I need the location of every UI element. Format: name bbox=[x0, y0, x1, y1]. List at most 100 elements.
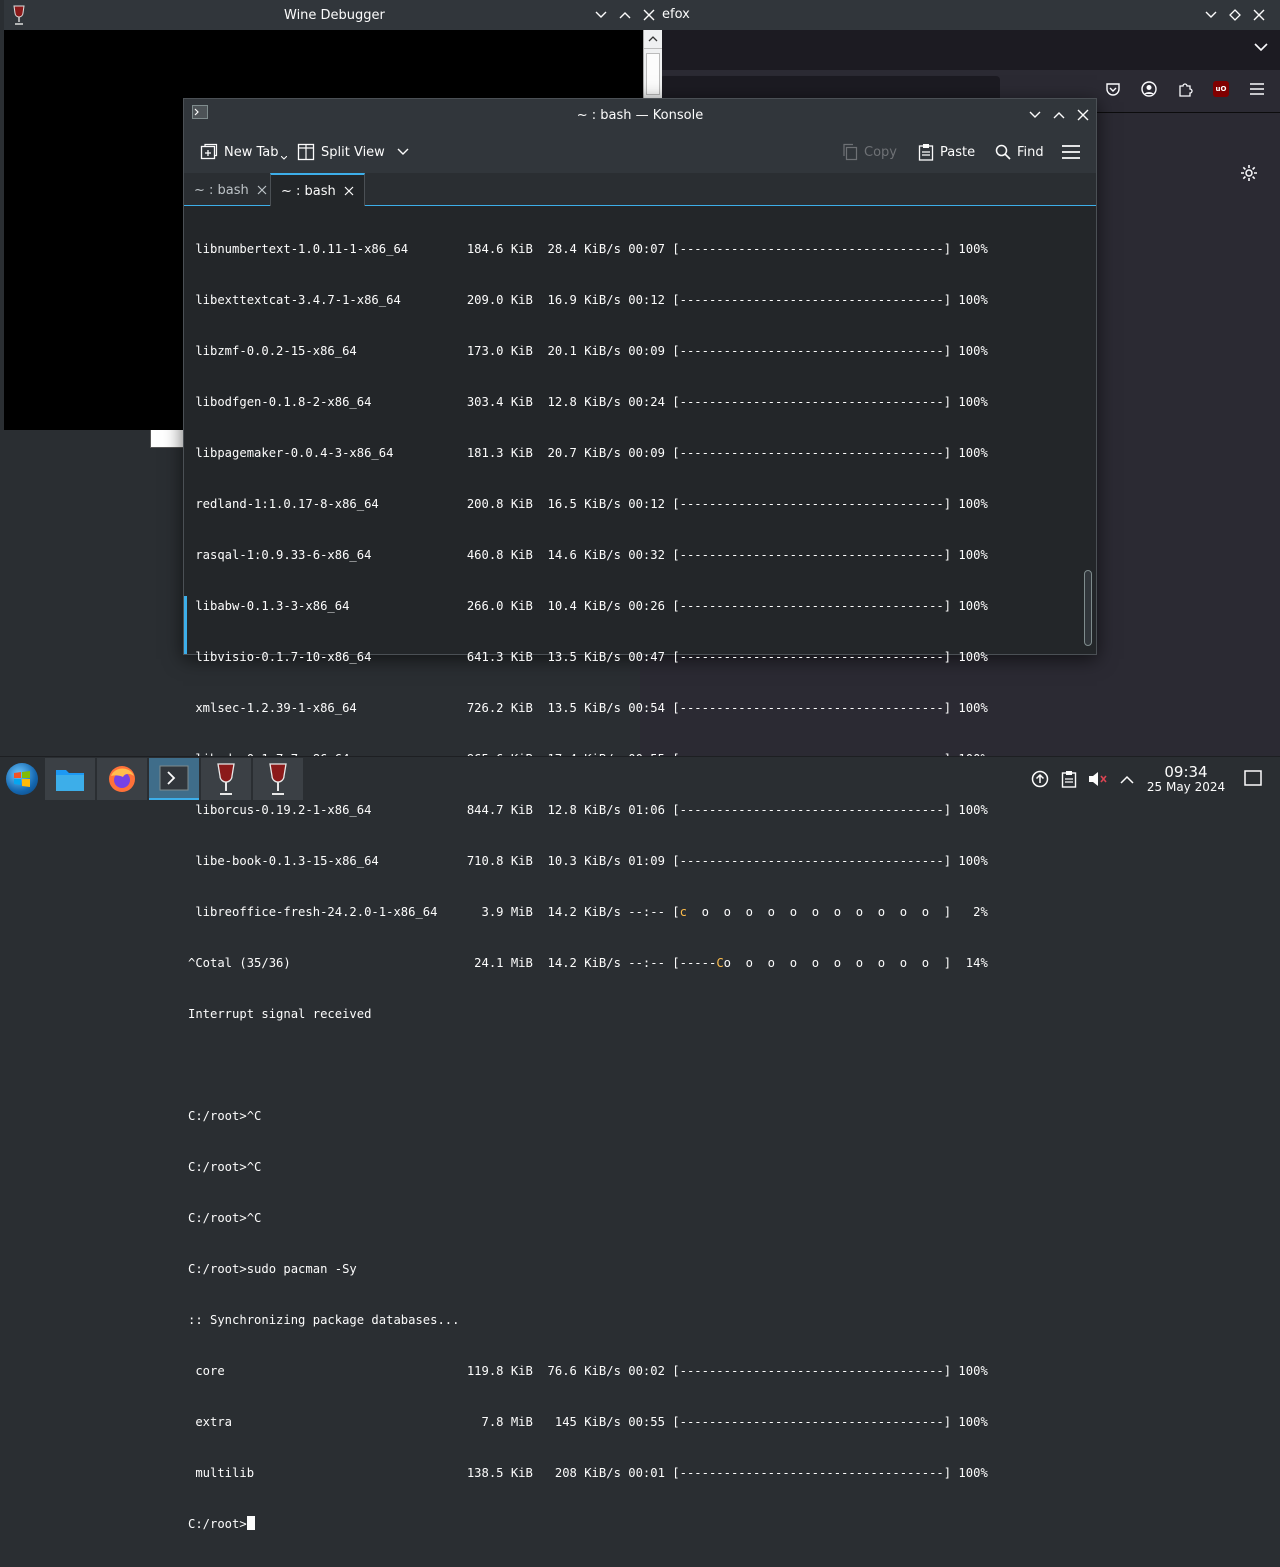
find-label: Find bbox=[1017, 144, 1044, 160]
minimize-button[interactable] bbox=[594, 6, 608, 24]
find-button[interactable]: Find bbox=[995, 141, 1044, 163]
firefox-tabbar bbox=[640, 30, 1280, 70]
scroll-up-arrow-icon[interactable] bbox=[644, 30, 662, 49]
taskbar-wine-1[interactable] bbox=[201, 758, 251, 800]
copy-button[interactable]: Copy bbox=[842, 141, 897, 163]
terminal-line: Interrupt signal received bbox=[188, 1007, 372, 1021]
taskbar-file-manager[interactable] bbox=[45, 758, 95, 800]
wine-glass-icon bbox=[267, 763, 289, 795]
tray-volume[interactable] bbox=[1088, 769, 1108, 789]
terminal-line: libabw-0.1.3-3-x86_64 266.0 KiB 10.4 KiB… bbox=[188, 599, 988, 613]
terminal-lines: libnumbertext-1.0.11-1-x86_64 184.6 KiB … bbox=[188, 207, 988, 1567]
terminal-line: extra 7.8 MiB 145 KiB/s 00:55 [---------… bbox=[188, 1415, 988, 1429]
command-marker bbox=[184, 596, 187, 654]
firefox-titlebar[interactable]: efox bbox=[640, 0, 1280, 30]
tab-label: ~ : bash bbox=[281, 183, 336, 199]
terminal-line: libvisio-0.1.7-10-x86_64 641.3 KiB 13.5 … bbox=[188, 650, 988, 664]
tab-bash-1[interactable]: ~ : bash bbox=[184, 175, 277, 205]
wine-debugger-title: Wine Debugger bbox=[284, 8, 385, 23]
shell-prompt: C:/root> bbox=[188, 1517, 247, 1531]
wine-debugger-titlebar[interactable]: Wine Debugger bbox=[4, 0, 662, 30]
wine-glass-icon bbox=[215, 763, 237, 795]
paste-icon bbox=[918, 143, 934, 161]
terminal-prompt-line[interactable]: C:/root> bbox=[188, 1516, 988, 1533]
terminal-line: C:/root>^C bbox=[188, 1160, 262, 1174]
hamburger-menu-button[interactable] bbox=[1062, 141, 1080, 163]
konsole-tabbar: ~ : bash ~ : bash bbox=[184, 173, 1096, 207]
close-button[interactable] bbox=[642, 6, 656, 24]
taskbar: 09:34 25 May 2024 bbox=[0, 756, 1280, 801]
new-tab-label: New Tab bbox=[224, 144, 279, 160]
windows-logo-icon bbox=[13, 770, 31, 788]
split-view-button[interactable]: Split View bbox=[297, 141, 409, 163]
clock-date: 25 May 2024 bbox=[1146, 780, 1226, 794]
maximize-button[interactable] bbox=[1052, 106, 1066, 124]
firefox-title: efox bbox=[662, 7, 690, 22]
taskbar-firefox[interactable] bbox=[97, 758, 147, 800]
list-all-tabs-icon[interactable] bbox=[1254, 42, 1268, 52]
start-menu-button[interactable] bbox=[6, 763, 38, 795]
folder-icon bbox=[55, 766, 85, 792]
paste-button[interactable]: Paste bbox=[918, 141, 975, 163]
minimize-button[interactable] bbox=[1204, 6, 1218, 24]
digital-clock[interactable]: 09:34 25 May 2024 bbox=[1140, 764, 1232, 795]
taskbar-konsole[interactable] bbox=[149, 758, 199, 800]
konsole-titlebar[interactable]: ~ : bash — Konsole bbox=[184, 99, 1096, 131]
wine-glass-icon bbox=[12, 5, 26, 25]
dropdown-indicator-icon bbox=[280, 156, 287, 160]
extensions-icon[interactable] bbox=[1176, 80, 1194, 98]
show-desktop-button[interactable] bbox=[1244, 770, 1262, 786]
show-desktop-icon bbox=[1244, 770, 1262, 786]
konsole-toolbar: New Tab Split View Copy Paste Find bbox=[184, 131, 1096, 173]
text-cursor bbox=[246, 1516, 255, 1530]
ublock-origin-icon[interactable]: uO bbox=[1212, 80, 1230, 98]
terminal-output[interactable]: libnumbertext-1.0.11-1-x86_64 184.6 KiB … bbox=[184, 206, 1080, 1531]
terminal-line: C:/root>sudo pacman -Sy bbox=[188, 1262, 357, 1276]
terminal-line: libe-book-0.1.3-15-x86_64 710.8 KiB 10.3… bbox=[188, 854, 988, 868]
terminal-line-total: ^Cotal (35/36) 24.1 MiB 14.2 KiB/s --:--… bbox=[188, 956, 988, 970]
wine-debugger-scrollbar[interactable] bbox=[643, 30, 662, 100]
konsole-title: ~ : bash — Konsole bbox=[576, 108, 704, 123]
copy-label: Copy bbox=[864, 144, 897, 160]
terminal-line-progress: libreoffice-fresh-24.2.0-1-x86_64 3.9 Mi… bbox=[188, 905, 988, 919]
clipboard-icon bbox=[1061, 770, 1077, 788]
tray-updates[interactable] bbox=[1030, 769, 1050, 789]
maximize-button[interactable] bbox=[618, 6, 632, 24]
hamburger-menu-icon[interactable] bbox=[1248, 80, 1266, 98]
tab-bash-2[interactable]: ~ : bash bbox=[270, 173, 365, 207]
new-tab-button[interactable]: New Tab bbox=[200, 141, 287, 163]
terminal-line: libzmf-0.0.2-15-x86_64 173.0 KiB 20.1 Ki… bbox=[188, 344, 988, 358]
terminal-line: redland-1:1.0.17-8-x86_64 200.8 KiB 16.5… bbox=[188, 497, 988, 511]
search-icon bbox=[995, 144, 1011, 160]
tray-expand[interactable] bbox=[1117, 769, 1137, 789]
close-tab-icon[interactable] bbox=[344, 186, 354, 196]
terminal-line: C:/root>^C bbox=[188, 1211, 262, 1225]
close-tab-icon[interactable] bbox=[257, 185, 267, 195]
chevron-down-icon[interactable] bbox=[397, 148, 409, 156]
gear-icon[interactable] bbox=[1240, 164, 1258, 182]
split-view-icon bbox=[297, 143, 315, 161]
scroll-thumb[interactable] bbox=[646, 53, 660, 95]
close-button[interactable] bbox=[1252, 6, 1266, 24]
minimize-button[interactable] bbox=[1028, 106, 1042, 124]
hamburger-menu-icon bbox=[1062, 145, 1080, 159]
tray-clipboard[interactable] bbox=[1059, 769, 1079, 789]
keep-above-button[interactable] bbox=[1228, 6, 1242, 24]
copy-icon bbox=[842, 143, 858, 161]
terminal-icon bbox=[159, 765, 189, 791]
pocket-icon[interactable] bbox=[1104, 80, 1122, 98]
split-view-label: Split View bbox=[321, 144, 385, 160]
terminal-line: core 119.8 KiB 76.6 KiB/s 00:02 [-------… bbox=[188, 1364, 988, 1378]
terminal-line: libodfgen-0.1.8-2-x86_64 303.4 KiB 12.8 … bbox=[188, 395, 988, 409]
taskbar-wine-2[interactable] bbox=[253, 758, 303, 800]
terminal-scrollbar[interactable] bbox=[1080, 206, 1096, 654]
close-button[interactable] bbox=[1076, 106, 1090, 124]
terminal-line: :: Synchronizing package databases... bbox=[188, 1313, 460, 1327]
account-icon[interactable] bbox=[1140, 80, 1158, 98]
update-icon bbox=[1031, 770, 1049, 788]
konsole-window: ~ : bash — Konsole New Tab Split View Co… bbox=[183, 98, 1097, 1531]
scroll-thumb[interactable] bbox=[1084, 570, 1092, 646]
terminal-line: rasqal-1:0.9.33-6-x86_64 460.8 KiB 14.6 … bbox=[188, 548, 988, 562]
paste-label: Paste bbox=[940, 144, 976, 160]
